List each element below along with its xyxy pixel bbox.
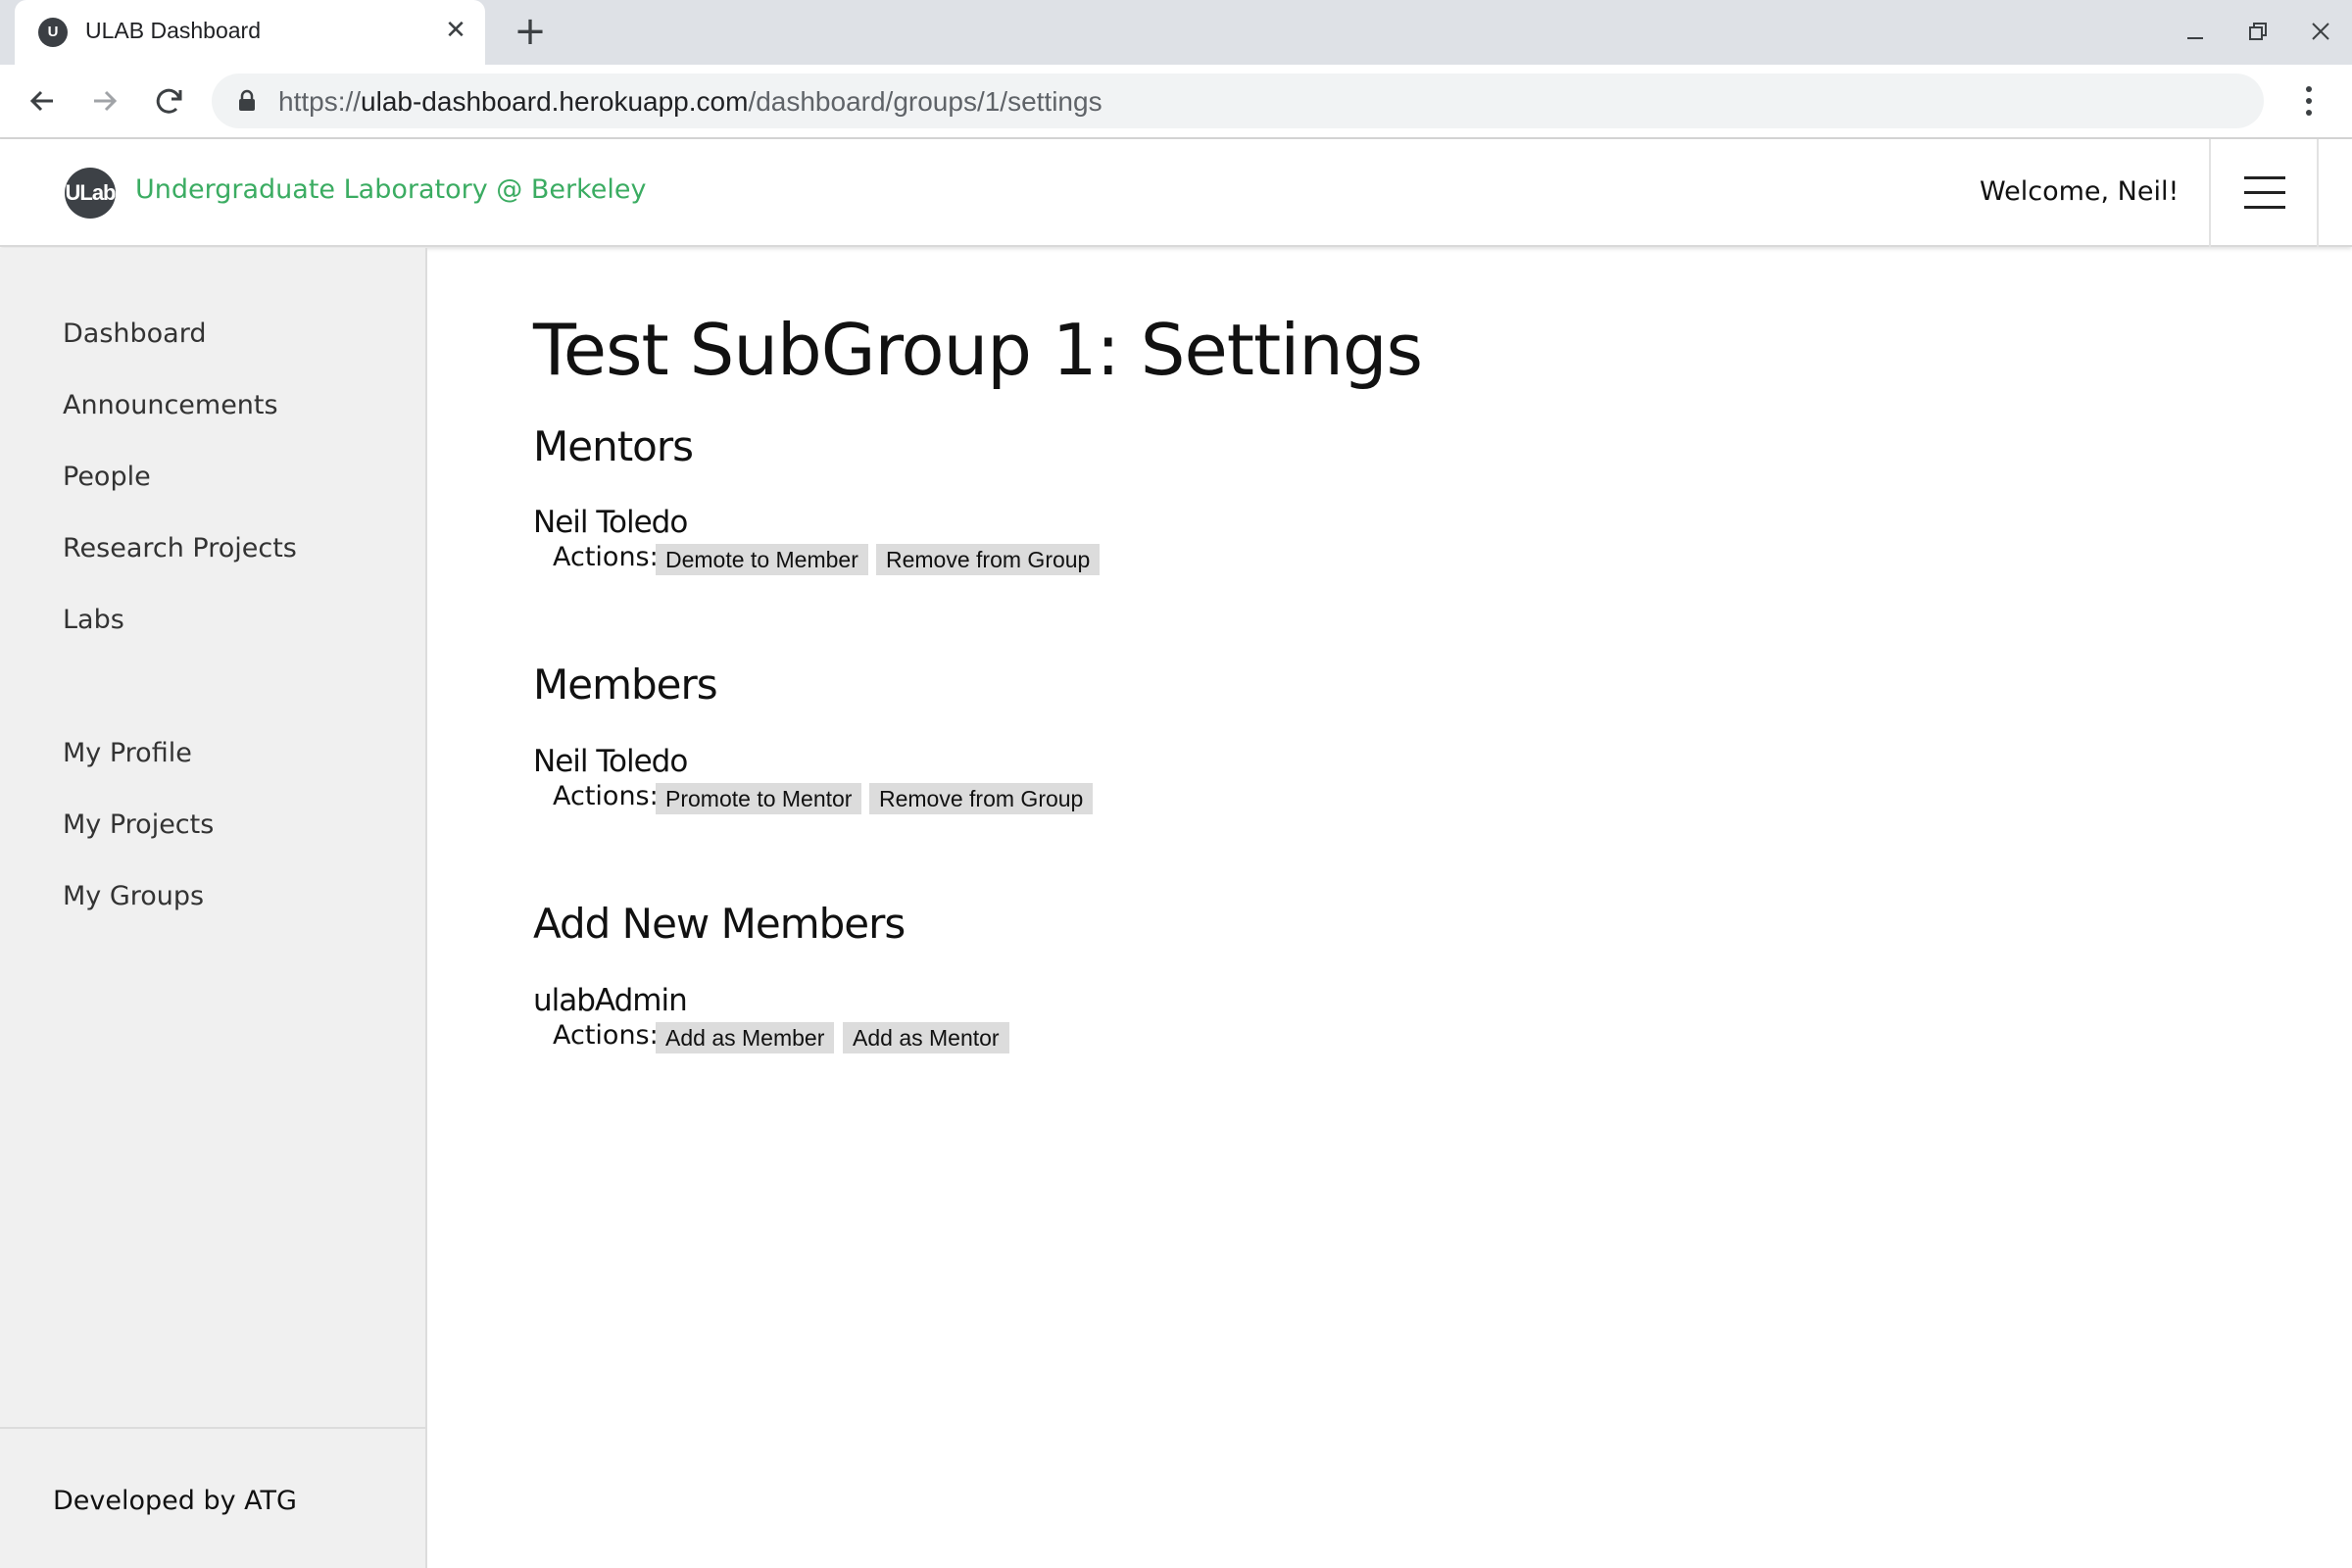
- sidebar-item-my-profile[interactable]: My Profile: [63, 738, 192, 768]
- sidebar-item-my-groups[interactable]: My Groups: [63, 881, 204, 911]
- member-name: Neil Toledo: [533, 744, 688, 779]
- address-bar[interactable]: https://ulab-dashboard.herokuapp.com/das…: [212, 74, 2264, 128]
- sidebar-footer: Developed by ATG: [0, 1427, 425, 1568]
- brand-title[interactable]: Undergraduate Laboratory @ Berkeley: [135, 174, 646, 205]
- url-path: /dashboard/groups/1/settings: [748, 86, 1102, 117]
- hamburger-line: [2244, 191, 2285, 194]
- add-as-member-button[interactable]: Add as Member: [656, 1022, 835, 1054]
- hamburger-menu-button[interactable]: [2209, 139, 2319, 247]
- hamburger-line: [2244, 176, 2285, 179]
- browser-menu-icon[interactable]: [2293, 78, 2325, 123]
- sidebar: Dashboard Announcements People Research …: [0, 248, 427, 1568]
- restore-icon[interactable]: [2238, 12, 2278, 51]
- main-content: Test SubGroup 1: Settings Mentors Neil T…: [427, 248, 2352, 1568]
- actions-label: Actions:: [553, 1020, 659, 1051]
- welcome-text: Welcome, Neil!: [1980, 176, 2180, 207]
- remove-from-group-button[interactable]: Remove from Group: [869, 783, 1094, 814]
- candidate-name: ulabAdmin: [533, 983, 688, 1018]
- app-header: ULab Undergraduate Laboratory @ Berkeley…: [0, 139, 2352, 247]
- mentors-heading: Mentors: [533, 422, 694, 470]
- page-title: Test SubGroup 1: Settings: [533, 309, 1423, 391]
- reload-icon[interactable]: [147, 78, 192, 123]
- sidebar-item-announcements[interactable]: Announcements: [63, 390, 278, 420]
- hamburger-line: [2244, 206, 2285, 209]
- sidebar-item-dashboard[interactable]: Dashboard: [63, 318, 206, 349]
- ulab-logo[interactable]: ULab: [65, 168, 117, 219]
- url-host: ulab-dashboard.herokuapp.com: [361, 86, 749, 117]
- back-icon[interactable]: [20, 78, 65, 123]
- lock-icon: [239, 89, 255, 111]
- browser-toolbar: https://ulab-dashboard.herokuapp.com/das…: [0, 65, 2352, 139]
- browser-tabstrip: U ULAB Dashboard ✕ +: [0, 0, 2352, 65]
- close-window-icon[interactable]: [2301, 12, 2340, 51]
- new-tab-icon[interactable]: +: [510, 12, 551, 53]
- url-text: https://ulab-dashboard.herokuapp.com/das…: [278, 86, 1102, 118]
- favicon-icon: U: [38, 18, 68, 47]
- sidebar-item-people[interactable]: People: [63, 462, 151, 492]
- sidebar-item-my-projects[interactable]: My Projects: [63, 809, 214, 840]
- minimize-icon[interactable]: [2176, 12, 2215, 51]
- members-heading: Members: [533, 661, 718, 709]
- add-as-mentor-button[interactable]: Add as Mentor: [843, 1022, 1009, 1054]
- sidebar-item-labs[interactable]: Labs: [63, 605, 124, 635]
- close-tab-icon[interactable]: ✕: [438, 13, 473, 48]
- promote-to-mentor-button[interactable]: Promote to Mentor: [656, 783, 862, 814]
- forward-icon[interactable]: [82, 78, 127, 123]
- browser-tab[interactable]: U ULAB Dashboard ✕: [15, 0, 485, 65]
- footer-credit: Developed by ATG: [53, 1486, 297, 1516]
- demote-to-member-button[interactable]: Demote to Member: [656, 544, 868, 575]
- remove-from-group-button[interactable]: Remove from Group: [876, 544, 1101, 575]
- url-scheme: https://: [278, 86, 362, 117]
- add-new-members-heading: Add New Members: [533, 900, 906, 948]
- actions-label: Actions:: [553, 542, 659, 572]
- mentor-name: Neil Toledo: [533, 505, 688, 540]
- sidebar-item-research-projects[interactable]: Research Projects: [63, 533, 297, 564]
- tab-title: ULAB Dashboard: [85, 18, 261, 43]
- actions-label: Actions:: [553, 781, 659, 811]
